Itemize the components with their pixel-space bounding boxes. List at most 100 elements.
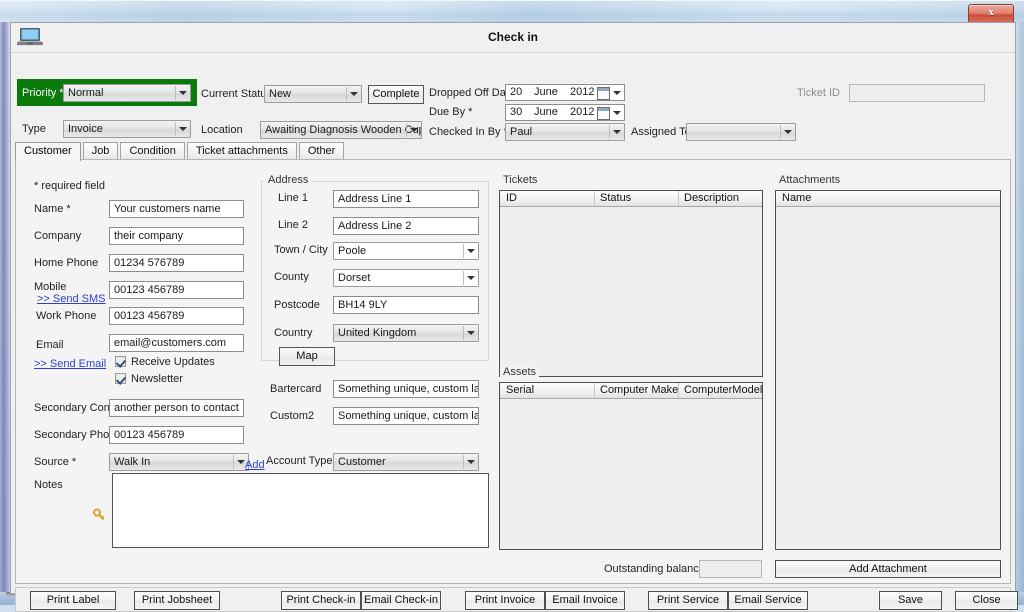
attachments-table[interactable]: Name [775, 190, 1001, 550]
bartercard-input[interactable]: Something unique, custom label [333, 380, 479, 398]
assets-table[interactable]: Serial Computer Make ComputerModel [499, 382, 763, 550]
tickets-table-header: ID Status Description [500, 191, 762, 207]
email-invoice-button[interactable]: Email Invoice [545, 591, 625, 610]
tickets-col-description: Description [684, 192, 740, 204]
receive-updates-checkbox[interactable] [115, 356, 126, 367]
town-city-select[interactable]: Poole [333, 242, 479, 260]
column-divider [678, 383, 679, 398]
due-by-year: 2012 [570, 106, 595, 118]
tickets-table[interactable]: ID Status Description [499, 190, 763, 377]
county-select[interactable]: Dorset [333, 269, 479, 287]
print-invoice-button[interactable]: Print Invoice [465, 591, 545, 610]
county-value: Dorset [338, 272, 371, 284]
address-line1-value: Address Line 1 [338, 193, 412, 205]
newsletter-checkbox[interactable] [115, 373, 126, 384]
key-icon [93, 508, 105, 521]
location-select[interactable]: Awaiting Diagnosis Wooden Cupbo [260, 121, 422, 139]
calendar-icon[interactable] [597, 107, 610, 120]
secondary-contact-input[interactable]: another person to contact [109, 399, 244, 417]
checked-in-by-select[interactable]: Paul [505, 123, 625, 141]
notes-textarea[interactable] [112, 473, 489, 548]
assigned-to-select[interactable] [686, 123, 796, 141]
location-label: Location [201, 124, 243, 136]
custom2-input[interactable]: Something unique, custom label [333, 407, 479, 425]
chevron-down-icon [179, 91, 187, 95]
add-source-link[interactable]: Add [245, 459, 265, 471]
send-sms-link[interactable]: >> Send SMS [37, 293, 106, 305]
assets-table-header: Serial Computer Make ComputerModel [500, 383, 762, 399]
home-phone-input[interactable]: 01234 576789 [109, 254, 244, 272]
chevron-down-icon [350, 92, 358, 96]
current-status-select[interactable]: New [264, 85, 362, 103]
name-value: Your customers name [114, 203, 221, 215]
email-label: Email [36, 339, 64, 351]
priority-select[interactable]: Normal [63, 84, 191, 102]
postcode-input[interactable]: BH14 9LY [333, 296, 479, 314]
company-label: Company [34, 230, 82, 242]
close-button[interactable]: Close [955, 591, 1018, 610]
due-by-date-field[interactable]: 30 June 2012 [505, 104, 625, 121]
complete-button[interactable]: Complete [368, 85, 424, 104]
tab-other[interactable]: Other [298, 142, 345, 160]
send-email-link[interactable]: >> Send Email [34, 358, 106, 370]
add-attachment-button[interactable]: Add Attachment [775, 560, 1001, 578]
name-label: Name * [34, 203, 71, 215]
name-input[interactable]: Your customers name [109, 200, 244, 218]
newsletter-label: Newsletter [131, 373, 183, 385]
tickets-group-title: Tickets [500, 174, 541, 186]
chevron-down-icon[interactable] [613, 111, 621, 115]
tab-condition[interactable]: Condition [120, 142, 185, 160]
dropped-off-date-field[interactable]: 20 June 2012 [505, 84, 625, 101]
footer-button-bar: Print Label Print Jobsheet Print Check-i… [15, 587, 1018, 612]
company-input[interactable]: their company [109, 227, 244, 245]
address-line2-input[interactable]: Address Line 2 [333, 217, 479, 235]
assets-col-serial: Serial [506, 384, 535, 396]
save-button[interactable]: Save [879, 591, 942, 610]
home-phone-value: 01234 576789 [114, 257, 185, 269]
type-select[interactable]: Invoice [63, 120, 191, 138]
window-edge-left [0, 22, 10, 592]
notes-label: Notes [34, 479, 63, 491]
chevron-down-icon[interactable] [613, 91, 621, 95]
mobile-input[interactable]: 00123 456789 [109, 281, 244, 299]
email-input[interactable]: email@customers.com [109, 334, 244, 352]
top-form-strip: Priority * Normal Type Invoice Current S… [11, 54, 1015, 142]
email-service-button[interactable]: Email Service [728, 591, 808, 610]
map-button[interactable]: Map [279, 347, 335, 366]
ticket-id-input[interactable] [849, 84, 985, 102]
priority-value: Normal [68, 87, 104, 99]
tab-job[interactable]: Job [82, 142, 119, 160]
chevron-down-icon [179, 127, 187, 131]
tab-ticket-attachments[interactable]: Ticket attachments [186, 142, 297, 160]
secondary-phone-input[interactable]: 00123 456789 [109, 426, 244, 444]
type-value: Invoice [68, 123, 103, 135]
print-service-button[interactable]: Print Service [648, 591, 728, 610]
due-by-month: June [534, 106, 558, 118]
account-type-value: Customer [338, 456, 386, 468]
address-line2-value: Address Line 2 [338, 220, 412, 232]
email-check-in-button[interactable]: Email Check-in [361, 591, 441, 610]
account-type-select[interactable]: Customer [333, 453, 479, 471]
chevron-down-icon [237, 460, 245, 464]
priority-label: Priority * [22, 87, 64, 99]
source-select[interactable]: Walk In [109, 453, 249, 471]
application-window: x Check in Priority * Normal Type Invoic… [0, 0, 1024, 612]
print-label-button[interactable]: Print Label [30, 591, 116, 610]
address-line1-input[interactable]: Address Line 1 [333, 190, 479, 208]
county-label: County [274, 271, 309, 283]
current-status-value: New [269, 88, 292, 100]
customer-tab-panel: * required field Name * Your customers n… [15, 159, 1011, 584]
calendar-icon[interactable] [597, 87, 610, 100]
window-close-button[interactable]: x [968, 4, 1014, 24]
print-jobsheet-button[interactable]: Print Jobsheet [134, 591, 220, 610]
tab-customer[interactable]: Customer [15, 142, 81, 161]
account-type-label: Account Type * [266, 455, 340, 467]
close-icon: x [988, 6, 994, 18]
work-phone-input[interactable]: 00123 456789 [109, 307, 244, 325]
outstanding-balance-input[interactable] [699, 560, 762, 578]
print-check-in-button[interactable]: Print Check-in [281, 591, 361, 610]
chevron-down-icon [467, 276, 475, 280]
country-select[interactable]: United Kingdom [333, 324, 479, 342]
mobile-value: 00123 456789 [114, 284, 185, 296]
attachments-table-header: Name [776, 191, 1000, 207]
